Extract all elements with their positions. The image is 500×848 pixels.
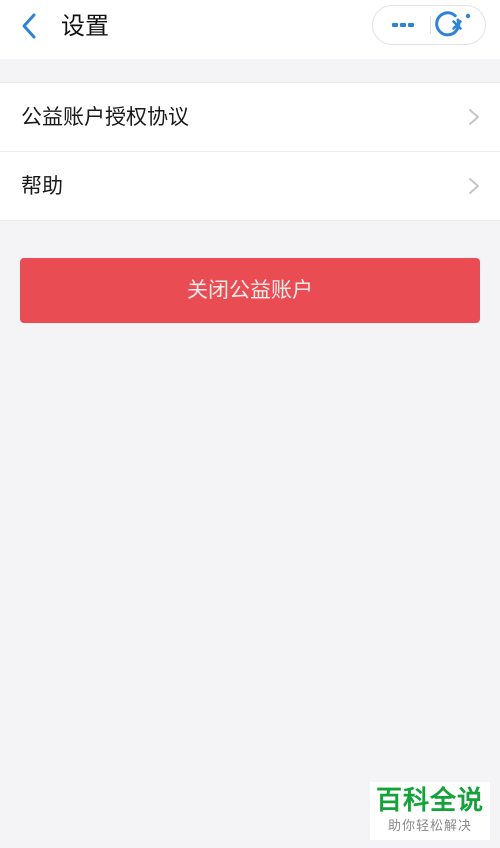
close-circle-icon	[435, 11, 471, 37]
menu-item-label: 帮助	[21, 174, 63, 198]
watermark-subtitle: 助你轻松解决	[387, 819, 472, 834]
chevron-right-icon	[469, 178, 479, 194]
chevron-left-icon	[22, 13, 36, 39]
watermark-title: 百科全说	[375, 786, 484, 816]
watermark-logo: 百科全说 助你轻松解决	[370, 782, 490, 840]
close-account-button[interactable]: 关闭公益账户	[20, 258, 480, 323]
menu-item-label: 公益账户授权协议	[21, 105, 189, 129]
settings-list: 公益账户授权协议 帮助	[0, 82, 500, 221]
back-button[interactable]	[14, 8, 48, 44]
chevron-right-icon	[469, 109, 479, 125]
menu-item-authorization-agreement[interactable]: 公益账户授权协议	[0, 83, 500, 151]
menu-item-help[interactable]: 帮助	[0, 151, 500, 220]
close-button[interactable]	[431, 6, 485, 44]
more-button[interactable]	[373, 6, 430, 44]
top-bar: 设置	[0, 0, 500, 59]
page-title: 设置	[61, 12, 109, 40]
mini-program-capsule	[372, 5, 486, 45]
